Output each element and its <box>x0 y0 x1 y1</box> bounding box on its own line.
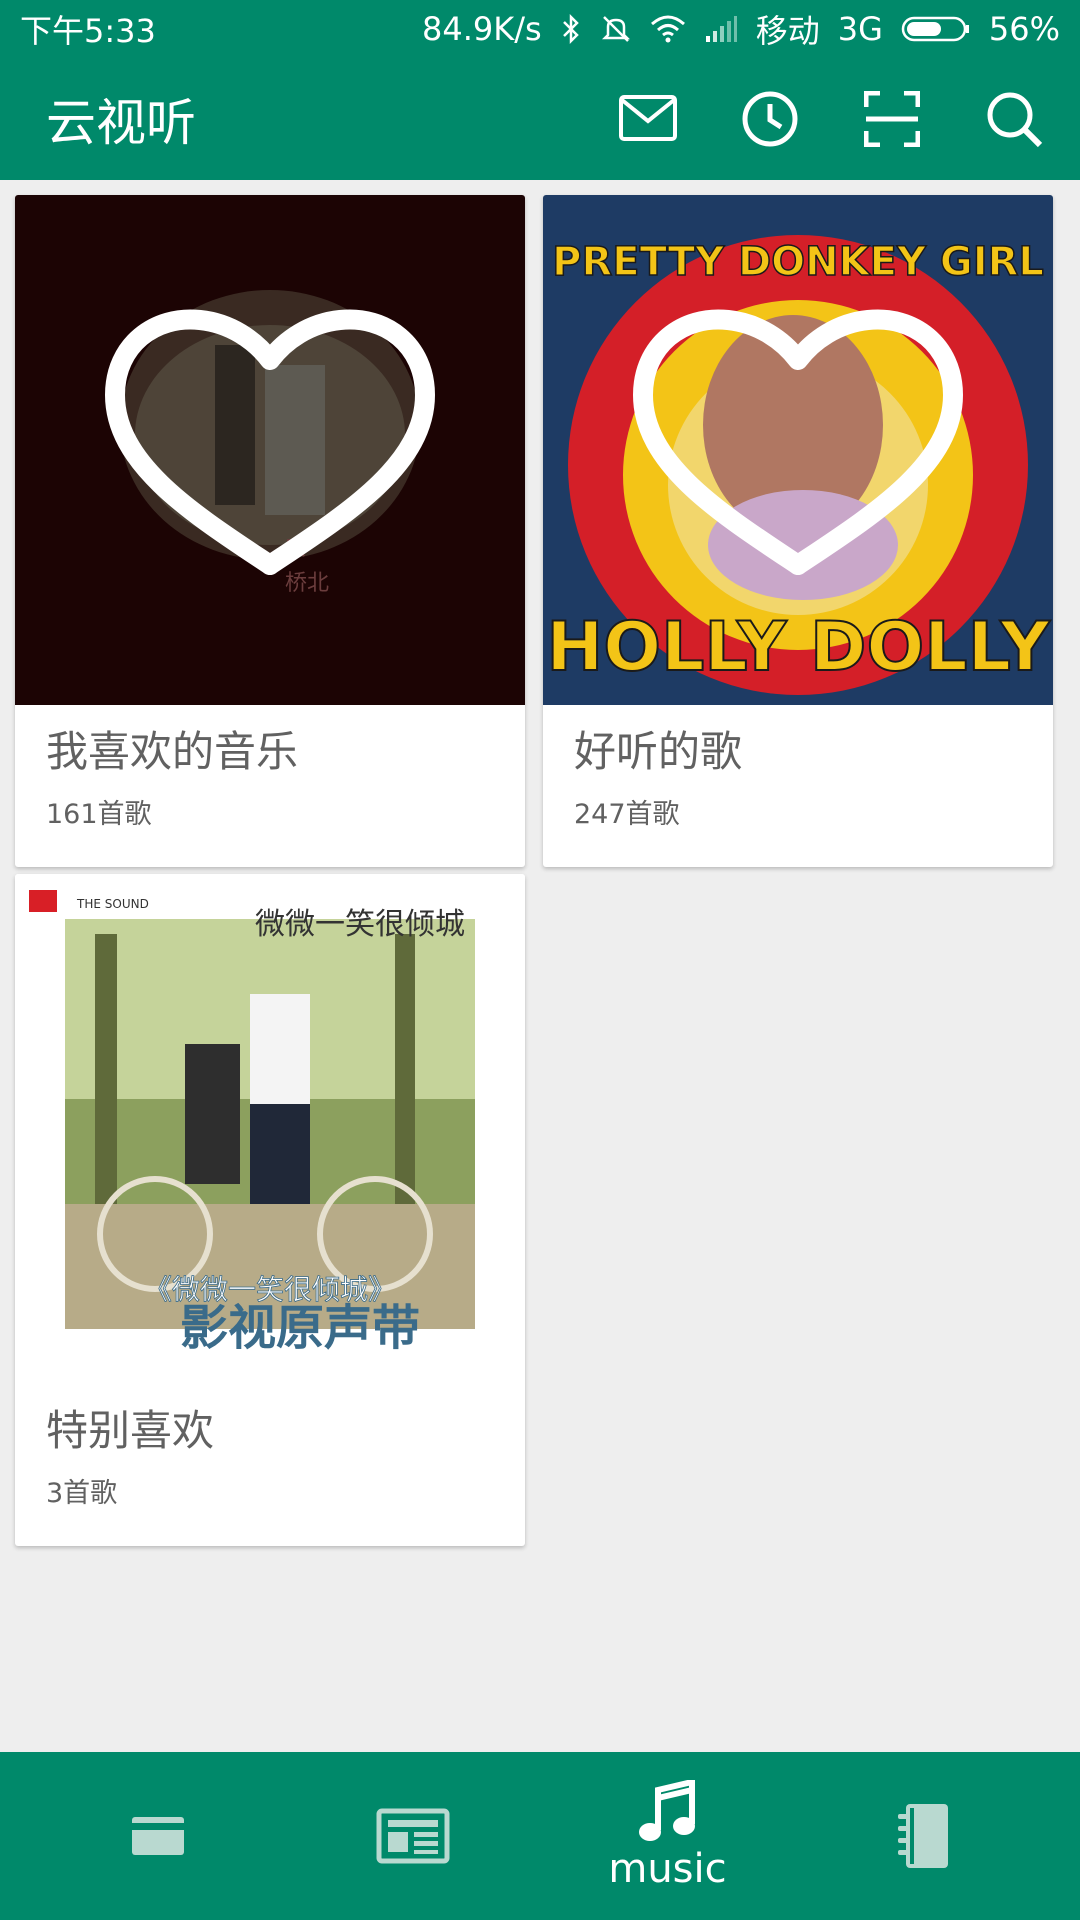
cover-text-top: PRETTY DONKEY GIRL <box>552 239 1044 285</box>
playlist-count: 247首歌 <box>574 798 680 830</box>
playlist-card[interactable]: PRETTY DONKEY GIRL HOLLY DOLLY 好听的歌 247首… <box>543 195 1053 867</box>
bottom-nav: music <box>0 1752 1080 1920</box>
history-button[interactable] <box>740 89 800 149</box>
playlist-title: 好听的歌 <box>574 727 743 776</box>
history-icon <box>742 91 798 147</box>
scan-button[interactable] <box>862 89 922 149</box>
playlist-count: 161首歌 <box>46 798 152 830</box>
cover-title-top: 微微一笑很倾城 <box>255 907 465 942</box>
status-bar: 下午5:33 84.9K/s 移动 3G 56% <box>0 0 1080 58</box>
music-tab-label: music <box>608 1846 727 1892</box>
network-type: 3G <box>837 10 883 48</box>
wifi-icon <box>650 14 686 44</box>
search-icon <box>987 92 1043 148</box>
app-actions <box>618 89 1044 149</box>
scan-icon <box>864 91 920 147</box>
playlist-info: 我喜欢的音乐 161首歌 <box>15 705 525 867</box>
music-tab[interactable]: music <box>588 1766 748 1906</box>
cover-subtitle: 影视原声带 <box>180 1300 420 1356</box>
playlist-info: 好听的歌 247首歌 <box>543 705 1053 867</box>
status-time: 下午5:33 <box>20 12 156 50</box>
playlist-title: 特别喜欢 <box>46 1406 215 1455</box>
playlist-grid: 安 桥北 我喜欢的音乐 161首歌 PRETTY DONKEY GIRL HOL… <box>15 195 1065 1546</box>
mail-button[interactable] <box>618 89 678 149</box>
net-speed: 84.9K/s <box>422 10 542 48</box>
notebook-tab[interactable] <box>843 1766 1003 1906</box>
newspaper-icon <box>376 1808 449 1864</box>
battery-icon <box>901 14 971 44</box>
playlist-count: 3首歌 <box>46 1477 118 1509</box>
news-tab[interactable] <box>333 1766 493 1906</box>
playlist-cover: PRETTY DONKEY GIRL HOLLY DOLLY <box>543 195 1053 705</box>
mute-icon <box>600 13 632 45</box>
search-button[interactable] <box>984 89 1044 149</box>
playlist-card[interactable]: THE SOUND 微微一笑很倾城 《微微一笑很倾城》 影视原声带 特别喜欢 3… <box>15 874 525 1546</box>
notebook-icon <box>897 1804 948 1868</box>
svg-text:桥北: 桥北 <box>285 571 329 596</box>
cover-brand: THE SOUND <box>76 897 149 911</box>
playlist-info: 特别喜欢 3首歌 <box>15 1384 525 1546</box>
battery-percent: 56% <box>988 10 1060 48</box>
app-title: 云视听 <box>46 94 196 152</box>
bluetooth-icon <box>560 13 582 45</box>
app-bar: 云视听 <box>0 58 1080 180</box>
playlist-title: 我喜欢的音乐 <box>46 727 299 776</box>
status-indicators: 84.9K/s 移动 3G 56% <box>422 6 1060 52</box>
wallet-tab[interactable] <box>78 1766 238 1906</box>
music-note-icon <box>638 1780 695 1841</box>
playlist-cover: 安 桥北 <box>15 195 525 705</box>
signal-icon <box>704 14 738 44</box>
carrier-name: 移动 <box>755 12 820 50</box>
card-icon <box>131 1817 184 1855</box>
playlist-card[interactable]: 安 桥北 我喜欢的音乐 161首歌 <box>15 195 525 867</box>
playlist-cover: THE SOUND 微微一笑很倾城 《微微一笑很倾城》 影视原声带 <box>15 874 525 1384</box>
mail-icon <box>619 95 677 141</box>
cover-text-bottom: HOLLY DOLLY <box>546 608 1050 687</box>
